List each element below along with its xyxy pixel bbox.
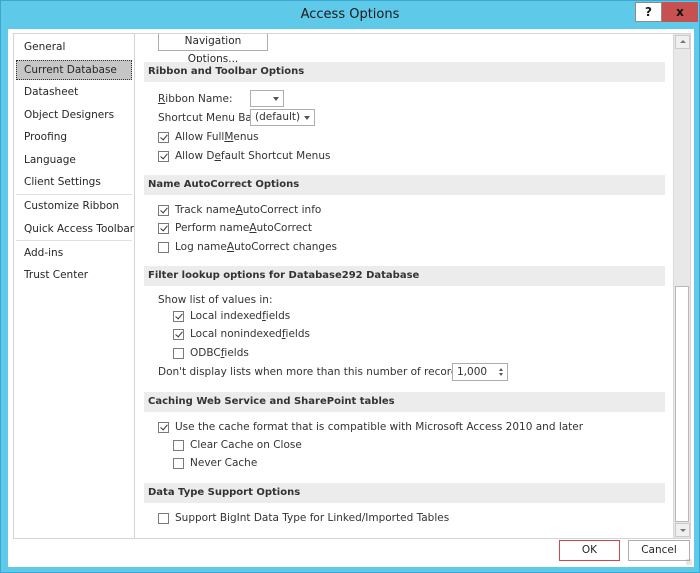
clear-cache-on-close-checkbox[interactable]: Clear Cache on Close <box>173 437 302 453</box>
never-cache-checkbox[interactable]: Never Cache <box>173 455 257 471</box>
checkbox-unchecked-icon[interactable] <box>173 439 184 451</box>
chevron-down-icon <box>273 97 279 101</box>
checkbox-checked-icon[interactable] <box>158 204 169 216</box>
local-nonindexed-fields-checkbox[interactable]: Local nonindexed f ields <box>173 326 310 342</box>
shortcut-menu-bar-label: Shortcut Menu Bar: <box>158 112 260 124</box>
checkbox-checked-icon[interactable] <box>173 328 184 340</box>
checkbox-checked-icon[interactable] <box>158 222 169 234</box>
sidebar-item-datasheet[interactable]: Datasheet <box>16 82 132 102</box>
odbc-fields-checkbox[interactable]: ODBC f ields <box>173 345 249 361</box>
resize-grip-icon[interactable] <box>686 559 692 565</box>
vertical-scrollbar[interactable] <box>673 34 690 538</box>
records-limit-spinner[interactable]: 1,000 <box>452 363 508 381</box>
track-name-autocorrect-checkbox[interactable]: Track name AutoCorrect info <box>158 202 321 218</box>
sidebar-item-language[interactable]: Language <box>16 150 132 170</box>
checkbox-unchecked-icon[interactable] <box>173 457 184 469</box>
sidebar-divider <box>16 194 132 195</box>
sidebar-item-trust-center[interactable]: Trust Center <box>16 265 132 285</box>
checkbox-checked-icon[interactable] <box>158 150 169 162</box>
arrow-up-icon <box>680 40 686 43</box>
checkbox-checked-icon[interactable] <box>173 310 184 322</box>
section-header-name-autocorrect: Name AutoCorrect Options <box>144 175 665 195</box>
support-bigint-checkbox[interactable]: Support BigInt Data Type for Linked/Impo… <box>158 510 449 526</box>
close-button[interactable]: x <box>662 2 698 22</box>
sidebar-item-object-designers[interactable]: Object Designers <box>16 105 132 125</box>
sidebar-item-add-ins[interactable]: Add-ins <box>16 243 132 263</box>
checkbox-unchecked-icon[interactable] <box>173 347 184 359</box>
section-header-ribbon-toolbar: Ribbon and Toolbar Options <box>144 62 665 82</box>
scrollbar-thumb[interactable] <box>675 286 689 522</box>
ribbon-name-dropdown[interactable] <box>250 90 284 107</box>
sidebar-divider <box>16 240 132 241</box>
section-header-data-type-support: Data Type Support Options <box>144 483 665 503</box>
options-content-pane: Navigation Options... Ribbon and Toolbar… <box>134 33 691 539</box>
dialog-body: General Current Database Datasheet Objec… <box>8 29 694 567</box>
sidebar-item-customize-ribbon[interactable]: Customize Ribbon <box>16 196 132 216</box>
chevron-down-icon <box>304 116 310 120</box>
use-cache-format-checkbox[interactable]: Use the cache format that is compatible … <box>158 419 583 435</box>
show-list-label: Show list of values in: <box>158 294 273 306</box>
scroll-up-button[interactable] <box>675 35 690 49</box>
section-header-caching: Caching Web Service and SharePoint table… <box>144 392 665 412</box>
checkbox-unchecked-icon[interactable] <box>158 512 169 524</box>
checkbox-unchecked-icon[interactable] <box>158 241 169 253</box>
ok-button[interactable]: OK <box>559 540 620 561</box>
access-options-dialog: Access Options ? x General Current Datab… <box>0 0 700 573</box>
sidebar-item-client-settings[interactable]: Client Settings <box>16 172 132 192</box>
allow-default-shortcut-menus-checkbox[interactable]: Allow De fault Shortcut Menus <box>158 148 330 164</box>
log-name-autocorrect-checkbox[interactable]: Log name AutoCorrect changes <box>158 239 337 255</box>
scroll-down-button[interactable] <box>675 523 690 537</box>
options-sidebar: General Current Database Datasheet Objec… <box>13 33 135 539</box>
sidebar-item-quick-access-toolbar[interactable]: Quick Access Toolbar <box>16 219 134 239</box>
help-button[interactable]: ? <box>635 2 662 22</box>
perform-name-autocorrect-checkbox[interactable]: Perform name AutoCorrect <box>158 220 312 236</box>
spin-down-icon[interactable] <box>499 373 503 376</box>
sidebar-item-proofing[interactable]: Proofing <box>16 127 132 147</box>
sidebar-item-general[interactable]: General <box>16 37 132 57</box>
cancel-button[interactable]: Cancel <box>628 540 690 561</box>
title-bar: Access Options ? x <box>1 1 699 29</box>
checkbox-checked-icon[interactable] <box>158 421 169 433</box>
sidebar-item-current-database[interactable]: Current Database <box>16 60 132 80</box>
navigation-options-button[interactable]: Navigation Options... <box>158 34 268 65</box>
checkbox-checked-icon[interactable] <box>158 131 169 143</box>
local-indexed-fields-checkbox[interactable]: Local indexed f ields <box>173 308 290 324</box>
arrow-down-icon <box>680 529 686 532</box>
allow-full-menus-checkbox[interactable]: Allow Full Menus <box>158 129 259 145</box>
section-header-filter-lookup: Filter lookup options for Database292 Da… <box>144 266 665 286</box>
ribbon-name-label: Ribbon Name: <box>158 93 233 105</box>
dialog-title: Access Options <box>300 7 400 22</box>
spin-up-icon[interactable] <box>499 368 503 371</box>
shortcut-menu-bar-dropdown[interactable]: (default) <box>250 109 315 126</box>
